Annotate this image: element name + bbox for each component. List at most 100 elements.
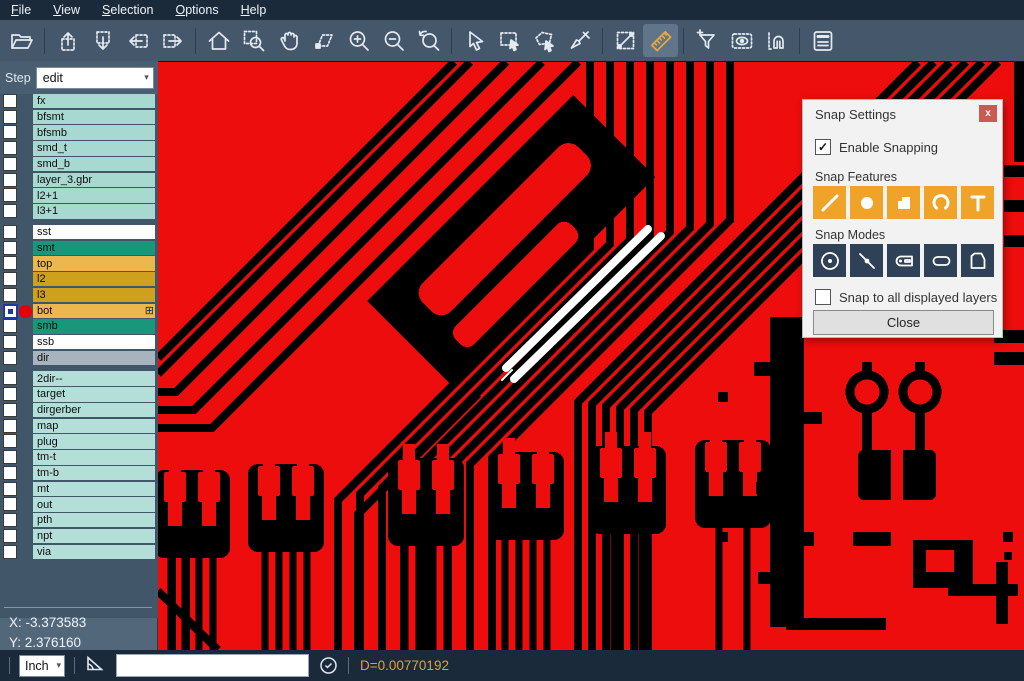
layer-checkbox[interactable]	[3, 225, 17, 239]
shift-view-down-button[interactable]	[85, 24, 120, 57]
layer-checkbox[interactable]	[3, 513, 17, 527]
layer-label[interactable]: l3	[33, 288, 155, 302]
layer-checkbox[interactable]	[3, 371, 17, 385]
layer-label[interactable]: smd_t	[33, 141, 155, 155]
menu-options[interactable]: Options	[164, 0, 229, 20]
snap-mode-polygon-button[interactable]	[961, 244, 994, 277]
layer-label[interactable]: 2dir--	[33, 371, 155, 385]
layer-row[interactable]: out	[0, 497, 158, 511]
layer-checkbox[interactable]	[3, 173, 17, 187]
report-button[interactable]	[805, 24, 840, 57]
snap-mode-outline-button[interactable]	[924, 244, 957, 277]
layer-row[interactable]: top	[0, 256, 158, 270]
snap-mode-center-button[interactable]	[813, 244, 846, 277]
dialog-close-x-button[interactable]: x	[979, 105, 997, 122]
layer-label[interactable]: bfsmt	[33, 110, 155, 124]
sync-icon[interactable]	[318, 655, 339, 676]
select-button[interactable]	[457, 24, 492, 57]
layer-checkbox[interactable]	[3, 272, 17, 286]
shift-view-left-button[interactable]	[120, 24, 155, 57]
filter-button[interactable]	[689, 24, 724, 57]
layer-checkbox[interactable]	[3, 319, 17, 333]
layer-row[interactable]: bfsmb	[0, 125, 158, 139]
enable-snapping-checkbox[interactable]	[815, 139, 831, 155]
layer-row[interactable]: bfsmt	[0, 110, 158, 124]
shift-view-up-button[interactable]	[50, 24, 85, 57]
snap-feature-line-button[interactable]	[813, 186, 846, 219]
layer-label[interactable]: plug	[33, 434, 155, 448]
layer-checkbox[interactable]	[3, 204, 17, 218]
snap-all-layers-checkbox[interactable]	[815, 289, 831, 305]
ruler-button[interactable]	[643, 24, 678, 57]
layer-checkbox[interactable]	[3, 387, 17, 401]
measure-value-input[interactable]	[116, 654, 309, 677]
menu-selection[interactable]: Selection	[91, 0, 164, 20]
layer-row[interactable]: smd_t	[0, 141, 158, 155]
layer-row[interactable]: via	[0, 545, 158, 559]
layer-label[interactable]: dirgerber	[33, 403, 155, 417]
layer-row[interactable]: tm-t	[0, 450, 158, 464]
layer-row[interactable]: dir	[0, 351, 158, 365]
unit-select[interactable]: Inch ▾	[19, 655, 65, 677]
layer-checkbox[interactable]	[3, 545, 17, 559]
layer-label[interactable]: map	[33, 419, 155, 433]
layer-label[interactable]: smt	[33, 241, 155, 255]
layer-label[interactable]: l2+1	[33, 188, 155, 202]
layer-row[interactable]: smb	[0, 319, 158, 333]
layer-label[interactable]: l3+1	[33, 204, 155, 218]
layer-label[interactable]: via	[33, 545, 155, 559]
layer-label[interactable]: target	[33, 387, 155, 401]
view-objects-button[interactable]	[724, 24, 759, 57]
step-select[interactable]: edit ▾	[36, 67, 154, 89]
layer-checkbox[interactable]	[3, 335, 17, 349]
layer-checkbox[interactable]	[3, 497, 17, 511]
layer-row[interactable]: smt	[0, 241, 158, 255]
layer-checkbox[interactable]	[3, 141, 17, 155]
layer-row[interactable]: sst	[0, 225, 158, 239]
angle-measure-icon[interactable]	[84, 652, 106, 679]
snap-mode-contour-button[interactable]	[887, 244, 920, 277]
menu-help[interactable]: Help	[230, 0, 278, 20]
layer-row[interactable]: npt	[0, 529, 158, 543]
zoom-in-button[interactable]	[341, 24, 376, 57]
layer-checkbox[interactable]	[3, 241, 17, 255]
menu-view[interactable]: View	[42, 0, 91, 20]
layer-row[interactable]: tm-b	[0, 466, 158, 480]
layer-label[interactable]: out	[33, 497, 155, 511]
menu-file[interactable]: File	[0, 0, 42, 20]
layer-row[interactable]: target	[0, 387, 158, 401]
pan-button[interactable]	[271, 24, 306, 57]
layer-label[interactable]: mt	[33, 482, 155, 496]
layer-row[interactable]: bot ⊞	[0, 304, 158, 318]
layer-label[interactable]: l2	[33, 272, 155, 286]
brush-select-button[interactable]	[562, 24, 597, 57]
layer-row[interactable]: mt	[0, 482, 158, 496]
layer-checkbox[interactable]	[3, 403, 17, 417]
snap-mode-closest-point-button[interactable]	[850, 244, 883, 277]
snap-feature-text-button[interactable]	[961, 186, 994, 219]
snap-feature-arc-button[interactable]	[924, 186, 957, 219]
layer-label[interactable]: bfsmb	[33, 125, 155, 139]
layer-row[interactable]: plug	[0, 434, 158, 448]
layer-label[interactable]: bot	[33, 304, 155, 318]
layer-checkbox[interactable]	[3, 188, 17, 202]
layer-checkbox[interactable]	[3, 434, 17, 448]
layer-label[interactable]: smb	[33, 319, 155, 333]
layer-checkbox[interactable]	[3, 304, 18, 319]
layer-label[interactable]: tm-b	[33, 466, 155, 480]
select-rectangle-button[interactable]	[492, 24, 527, 57]
layer-checkbox[interactable]	[3, 288, 17, 302]
zoom-window-button[interactable]	[236, 24, 271, 57]
layer-checkbox[interactable]	[3, 125, 17, 139]
zoom-out-button[interactable]	[376, 24, 411, 57]
layer-label[interactable]: npt	[33, 529, 155, 543]
layer-row[interactable]: l2	[0, 272, 158, 286]
layer-checkbox[interactable]	[3, 419, 17, 433]
layer-checkbox[interactable]	[3, 94, 17, 108]
layer-row[interactable]: l2+1	[0, 188, 158, 202]
layer-row[interactable]: fx	[0, 94, 158, 108]
layer-label[interactable]: pth	[33, 513, 155, 527]
zoom-polygon-button[interactable]	[306, 24, 341, 57]
layer-checkbox[interactable]	[3, 529, 17, 543]
layer-checkbox[interactable]	[3, 157, 17, 171]
